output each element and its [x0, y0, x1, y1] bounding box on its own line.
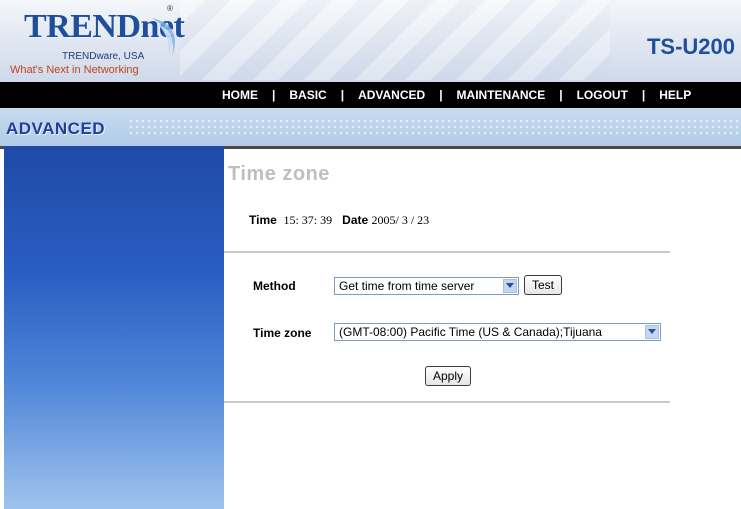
timezone-select[interactable]: (GMT-08:00) Pacific Time (US & Canada);T…	[334, 323, 661, 341]
logo-subtitle: TRENDware, USA	[62, 51, 145, 62]
apply-button[interactable]: Apply	[425, 366, 471, 386]
method-label: Method	[253, 279, 296, 293]
time-value: 15: 37: 39	[283, 213, 333, 227]
page-title: Time zone	[228, 163, 330, 185]
nav-separator: |	[559, 88, 563, 102]
test-button[interactable]: Test	[524, 275, 562, 295]
date-label: Date	[342, 213, 369, 227]
chevron-down-icon[interactable]	[645, 325, 659, 339]
nav-items: HOME | BASIC | ADVANCED | MAINTENANCE | …	[222, 82, 691, 108]
trendnet-logo[interactable]: TRENDnet ® TRENDware, USA What's Next in…	[6, 4, 196, 80]
nav-separator: |	[340, 88, 345, 102]
nav-separator: |	[272, 88, 276, 102]
method-select[interactable]: Get time from time server	[334, 277, 519, 295]
band-dot-pattern	[128, 118, 741, 136]
nav-separator: |	[439, 88, 443, 102]
sidebar	[4, 146, 224, 509]
current-time-display: Time 15: 37: 39 Date 2005/ 3 / 23	[249, 213, 429, 228]
nav-basic[interactable]: BASIC	[289, 88, 326, 102]
logo-registered-mark: ®	[167, 4, 173, 13]
divider-top	[224, 251, 670, 253]
logo-tagline: What's Next in Networking	[10, 64, 139, 76]
nav-logout[interactable]: LOGOUT	[577, 88, 628, 102]
time-label: Time	[249, 213, 277, 227]
timezone-select-value: (GMT-08:00) Pacific Time (US & Canada);T…	[339, 325, 602, 339]
method-select-value: Get time from time server	[339, 279, 475, 293]
nav-separator: |	[641, 88, 646, 102]
date-value: 2005/ 3 / 23	[371, 213, 430, 227]
nav-home[interactable]: HOME	[222, 88, 258, 102]
chevron-down-icon[interactable]	[503, 279, 517, 293]
nav-maintenance[interactable]: MAINTENANCE	[457, 88, 546, 102]
nav-advanced[interactable]: ADVANCED	[358, 88, 425, 102]
header-decoration	[180, 0, 610, 80]
nav-help[interactable]: HELP	[659, 88, 691, 102]
logo-swoosh-icon	[152, 18, 176, 56]
divider-bottom	[224, 401, 670, 403]
section-band: ADVANCED	[0, 108, 741, 146]
model-name: TS-U200	[646, 34, 735, 59]
timezone-label: Time zone	[253, 326, 312, 340]
section-title: ADVANCED	[6, 119, 106, 138]
top-nav: HOME | BASIC | ADVANCED | MAINTENANCE | …	[0, 82, 741, 108]
header: TRENDnet ® TRENDware, USA What's Next in…	[0, 0, 741, 82]
main-content: Time zone Time 15: 37: 39 Date 2005/ 3 /…	[224, 149, 741, 509]
